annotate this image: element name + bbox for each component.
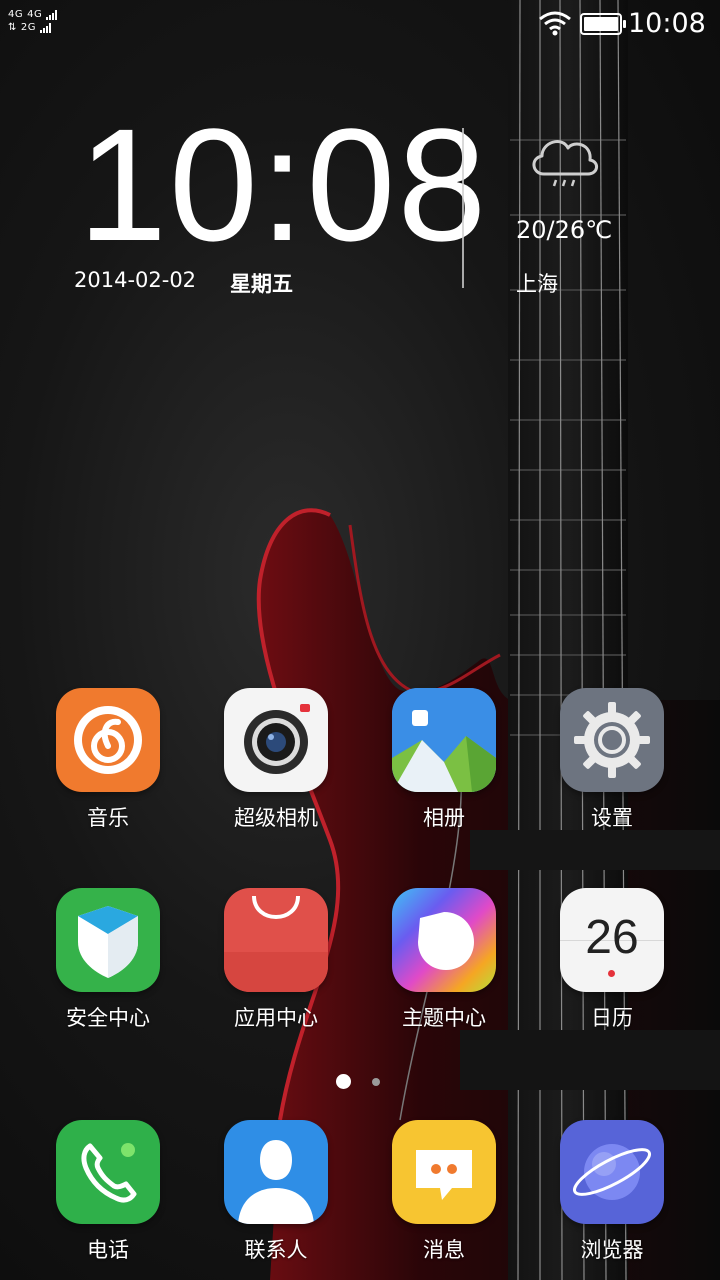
signal-bars-icon bbox=[46, 9, 58, 20]
app-app-center[interactable]: 应用中心 bbox=[204, 888, 344, 1048]
calendar-day: 26 bbox=[585, 911, 639, 964]
browser-icon bbox=[560, 1120, 664, 1224]
weather-temperature: 20/26℃ bbox=[516, 216, 613, 244]
app-calendar[interactable]: 26 日历 bbox=[540, 888, 680, 1048]
app-label: 主题中心 bbox=[402, 1006, 486, 1030]
app-label: 超级相机 bbox=[234, 806, 318, 830]
wifi-icon bbox=[539, 11, 571, 36]
app-music[interactable]: 音乐 bbox=[36, 688, 176, 848]
calendar-icon: 26 bbox=[560, 888, 664, 992]
message-icon bbox=[392, 1120, 496, 1224]
gear-icon bbox=[560, 688, 664, 792]
camera-icon bbox=[224, 688, 328, 792]
status-bar-time: 10:08 bbox=[628, 8, 706, 39]
app-label: 音乐 bbox=[87, 806, 129, 830]
page-indicator-active[interactable] bbox=[336, 1074, 351, 1089]
app-label: 设置 bbox=[591, 806, 633, 830]
app-gallery[interactable]: 相册 bbox=[372, 688, 512, 848]
app-super-camera[interactable]: 超级相机 bbox=[204, 688, 344, 848]
app-label: 安全中心 bbox=[66, 1006, 150, 1030]
app-theme-center[interactable]: 主题中心 bbox=[372, 888, 512, 1048]
battery-icon bbox=[580, 13, 626, 35]
network-type-label: 4G bbox=[27, 9, 43, 20]
phone-icon bbox=[56, 1120, 160, 1224]
music-icon bbox=[56, 688, 160, 792]
app-label: 消息 bbox=[423, 1238, 465, 1262]
dock-contacts[interactable]: 联系人 bbox=[204, 1120, 344, 1280]
gallery-icon bbox=[392, 688, 496, 792]
shopping-bag-icon bbox=[224, 888, 328, 992]
contacts-icon bbox=[224, 1120, 328, 1224]
page-indicator[interactable] bbox=[372, 1078, 380, 1086]
network-type-label: 2G bbox=[20, 22, 37, 33]
app-label: 应用中心 bbox=[234, 1006, 318, 1030]
dock-phone[interactable]: 电话 bbox=[36, 1120, 176, 1280]
network-type-label: 4G bbox=[8, 9, 24, 20]
signal-bars-icon bbox=[40, 22, 52, 33]
theme-icon bbox=[392, 888, 496, 992]
cloud-rain-icon[interactable] bbox=[526, 130, 600, 192]
data-activity-icon: ⇅ bbox=[8, 22, 17, 33]
app-settings[interactable]: 设置 bbox=[540, 688, 680, 848]
signal-indicators: 4G 4G ⇅ 2G bbox=[8, 8, 58, 34]
app-label: 联系人 bbox=[244, 1238, 308, 1262]
app-label: 电话 bbox=[87, 1238, 129, 1262]
app-security-center[interactable]: 安全中心 bbox=[36, 888, 176, 1048]
app-label: 相册 bbox=[423, 806, 465, 830]
clock-divider bbox=[462, 128, 464, 288]
app-label: 浏览器 bbox=[580, 1238, 644, 1262]
dock-browser[interactable]: 浏览器 bbox=[540, 1120, 680, 1280]
clock-date: 2014-02-02 bbox=[74, 268, 197, 292]
clock-weekday: 星期五 bbox=[230, 272, 293, 296]
app-label: 日历 bbox=[591, 1006, 633, 1030]
weather-city: 上海 bbox=[516, 272, 558, 296]
clock-time[interactable]: 10:08 bbox=[78, 100, 488, 270]
shield-icon bbox=[56, 888, 160, 992]
dock-messages[interactable]: 消息 bbox=[372, 1120, 512, 1280]
